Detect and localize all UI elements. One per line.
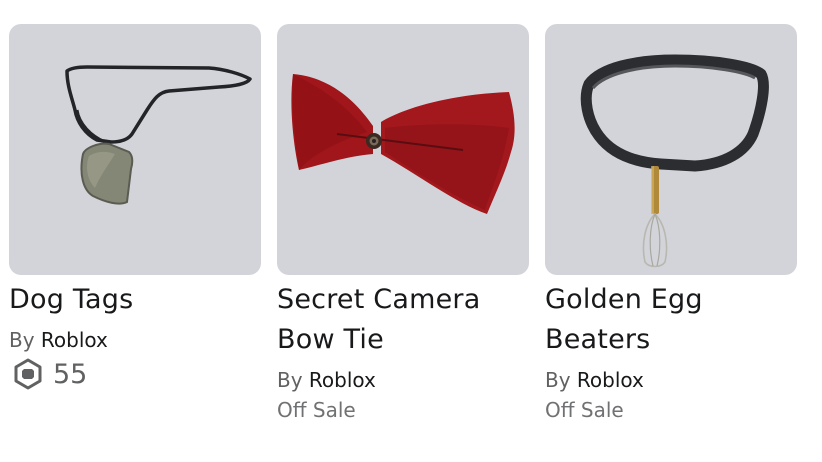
item-name[interactable]: Secret Camera Bow Tie: [277, 280, 529, 360]
item-thumbnail[interactable]: [277, 24, 529, 275]
egg-beaters-image: [580, 54, 769, 268]
item-creator: By Roblox: [277, 366, 529, 394]
item-name-line-2: Bow Tie: [277, 324, 384, 355]
robux-icon: [14, 358, 42, 390]
item-name[interactable]: Dog Tags: [9, 280, 261, 320]
item-name[interactable]: Golden Egg Beaters: [545, 280, 797, 360]
creator-link[interactable]: Roblox: [309, 368, 376, 392]
item-status: Off Sale: [545, 398, 624, 422]
catalog-grid: Dog Tags By Roblox 55 Secret Camera Bow …: [0, 0, 822, 462]
item-name-line-1: Secret Camera: [277, 284, 481, 315]
item-card-secret-camera-bow-tie[interactable]: Secret Camera Bow Tie By Roblox Off Sale: [277, 24, 529, 423]
item-price: 55: [9, 358, 261, 390]
creator-prefix: By: [277, 368, 303, 392]
item-name-line-2: Beaters: [545, 324, 651, 355]
creator-prefix: By: [9, 328, 35, 352]
item-thumbnail[interactable]: [545, 24, 797, 275]
item-creator: By Roblox: [9, 326, 261, 354]
price-value: 55: [53, 358, 88, 390]
dog-tags-image: [65, 65, 252, 205]
creator-link[interactable]: Roblox: [577, 368, 644, 392]
item-card-golden-egg-beaters[interactable]: Golden Egg Beaters By Roblox Off Sale: [545, 24, 797, 423]
item-thumbnail[interactable]: [9, 24, 261, 275]
creator-link[interactable]: Roblox: [41, 328, 108, 352]
item-status: Off Sale: [277, 398, 356, 422]
item-card-dog-tags[interactable]: Dog Tags By Roblox 55: [9, 24, 261, 390]
bow-tie-image: [291, 74, 515, 214]
item-name-line-1: Golden Egg: [545, 284, 703, 315]
creator-prefix: By: [545, 368, 571, 392]
item-creator: By Roblox: [545, 366, 797, 394]
